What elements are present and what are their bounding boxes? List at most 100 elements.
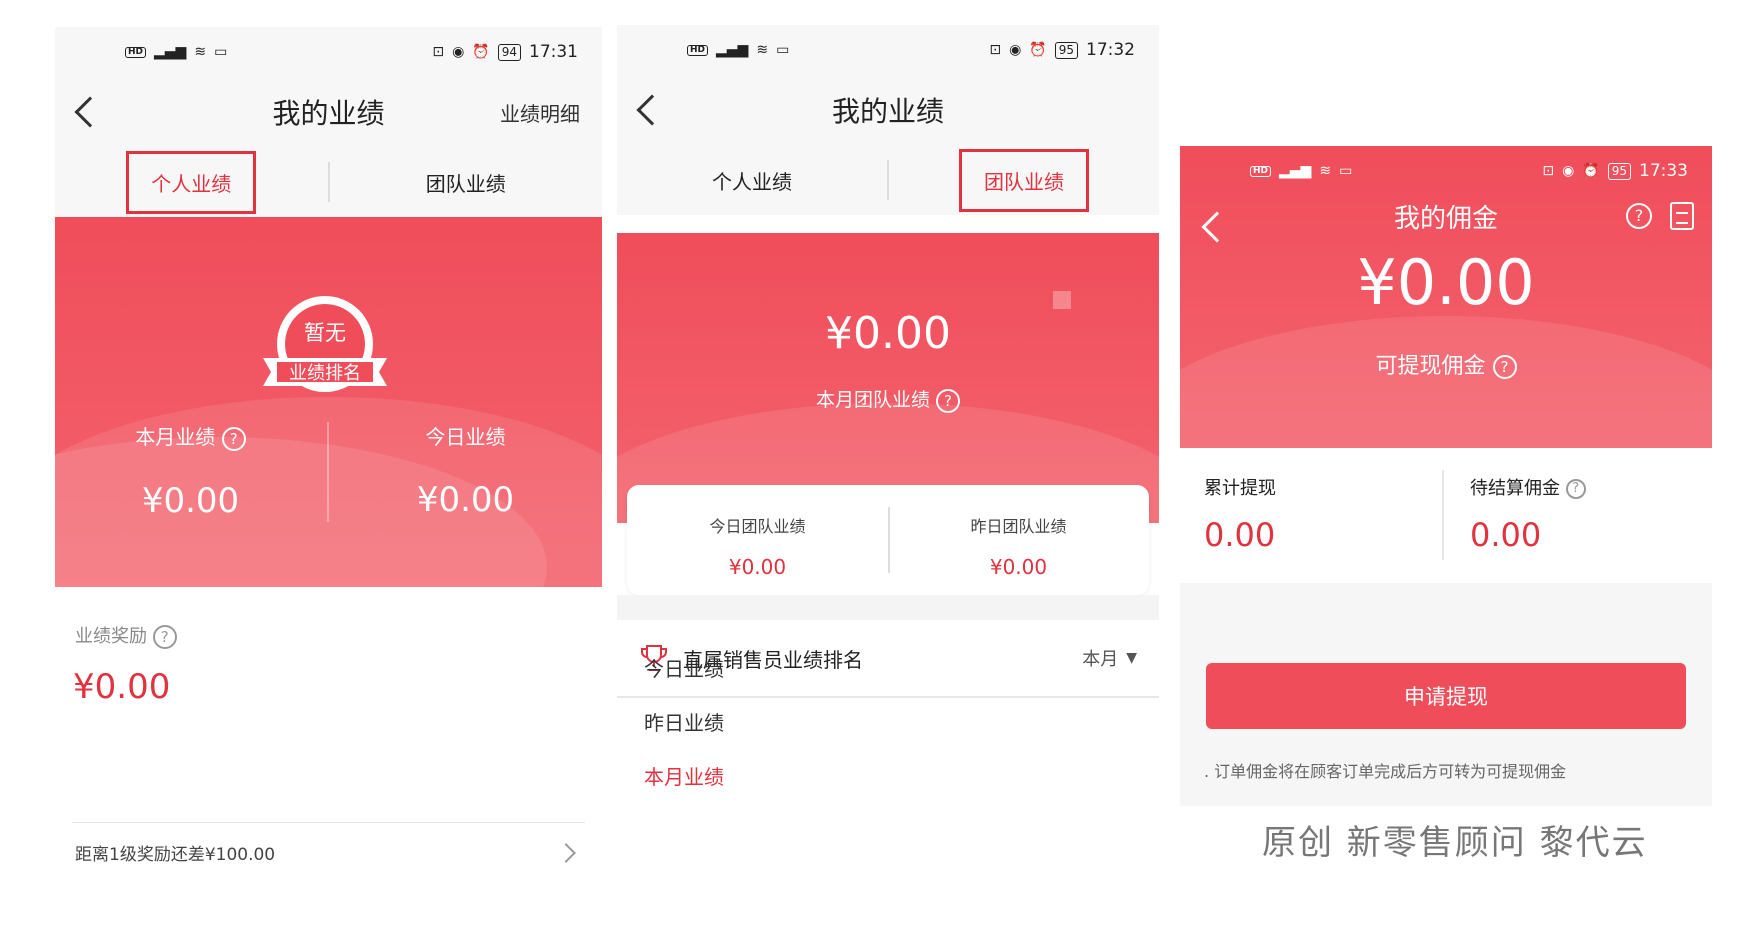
reward-section: 业绩奖励 ? ¥0.00 bbox=[55, 587, 602, 797]
today-value: ¥0.00 bbox=[416, 480, 515, 520]
commission-amount: ¥0.00 bbox=[1357, 246, 1535, 319]
page-title: 我的业绩 bbox=[831, 95, 944, 128]
yesterday-team-value: ¥0.00 bbox=[989, 555, 1048, 579]
badge-bottom-text: 业绩排名 bbox=[289, 363, 361, 384]
alarm-icon: ⏰ bbox=[1582, 163, 1600, 179]
battery-icon: 95 bbox=[1607, 162, 1631, 180]
wifi-icon: ≋ bbox=[756, 42, 769, 58]
apply-withdraw-button[interactable]: 申请提现 bbox=[1206, 663, 1686, 729]
spacer bbox=[617, 595, 1159, 620]
reward-label: 业绩奖励 bbox=[75, 626, 147, 647]
yesterday-team-stat: 昨日团队业绩 ¥0.00 bbox=[888, 513, 1149, 579]
back-icon[interactable] bbox=[74, 96, 106, 128]
reward-label-row: 业绩奖励 ? bbox=[75, 622, 177, 649]
tab-bar: 个人业绩 团队业绩 bbox=[617, 145, 1159, 215]
panel-team-performance: HD ▂▄▆ ≋ ▭ ⊡ ◉ ⏰ 95 17:32 我的业绩 个人业绩 团队业绩… bbox=[617, 25, 1159, 897]
document-icon[interactable] bbox=[1670, 202, 1694, 230]
alarm-icon: ⏰ bbox=[472, 44, 490, 60]
next-level-row[interactable]: 距离1级奖励还差¥100.00 bbox=[72, 822, 585, 882]
status-bar: HD ▂▄▆ ≋ ▭ ⊡ ◉ ⏰ 94 17:31 bbox=[55, 27, 602, 77]
help-icon[interactable]: ? bbox=[1565, 479, 1586, 499]
list-item-month[interactable]: 本月业绩 bbox=[644, 761, 724, 790]
next-level-text: 距离1级奖励还差¥100.00 bbox=[75, 845, 276, 865]
detail-link[interactable]: 业绩明细 bbox=[500, 98, 580, 127]
status-bar: HD ▂▄▆ ≋ ▭ ⊡ ◉ ⏰ 95 17:33 bbox=[1180, 146, 1712, 196]
screen-icon: ▭ bbox=[1339, 163, 1353, 179]
cast-icon: ⊡ bbox=[432, 44, 445, 60]
team-amount: ¥0.00 bbox=[825, 308, 951, 359]
total-label: 累计提现 bbox=[1204, 478, 1276, 499]
team-stats-card: 今日团队业绩 ¥0.00 昨日团队业绩 ¥0.00 bbox=[627, 485, 1149, 595]
status-time: 17:33 bbox=[1639, 161, 1688, 181]
eye-icon: ◉ bbox=[452, 44, 465, 60]
list-item-yesterday[interactable]: 昨日业绩 bbox=[644, 707, 724, 736]
help-icon[interactable]: ? bbox=[1626, 203, 1652, 229]
watermark: 原创 新零售顾问 黎代云 bbox=[1262, 823, 1648, 863]
commission-note: . 订单佣金将在顾客订单完成后方可转为可提现佣金 bbox=[1204, 762, 1567, 781]
commission-label-row: 可提现佣金 ? bbox=[1180, 348, 1712, 380]
status-time: 17:32 bbox=[1086, 40, 1135, 60]
tab-personal[interactable]: 个人业绩 bbox=[617, 166, 887, 195]
pending-value: 0.00 bbox=[1470, 516, 1542, 554]
nav-bar: 我的业绩 业绩明细 bbox=[55, 77, 602, 147]
signal-icon: ▂▄▆ bbox=[154, 44, 187, 60]
help-icon[interactable]: ? bbox=[221, 426, 246, 451]
status-time: 17:31 bbox=[529, 42, 578, 62]
pending-label: 待结算佣金 bbox=[1470, 478, 1560, 499]
signal-icon: ▂▄▆ bbox=[716, 42, 749, 58]
screen-icon: ▭ bbox=[214, 44, 228, 60]
list-item-today[interactable]: 今日业绩 bbox=[644, 653, 724, 682]
yesterday-team-label: 昨日团队业绩 bbox=[970, 517, 1067, 536]
month-value: ¥0.00 bbox=[141, 480, 240, 521]
nav-bar: 我的业绩 bbox=[617, 75, 1159, 145]
wifi-icon: ≋ bbox=[194, 44, 207, 60]
panel-commission: HD ▂▄▆ ≋ ▭ ⊡ ◉ ⏰ 95 17:33 我的佣金 ? ¥0.00 可… bbox=[1180, 146, 1712, 806]
team-amount-label: 本月团队业绩 bbox=[815, 389, 930, 411]
commission-label: 可提现佣金 bbox=[1375, 354, 1486, 379]
hd-icon: HD bbox=[1250, 165, 1272, 177]
ranking-filter[interactable]: 本月 bbox=[1082, 645, 1118, 671]
cast-icon: ⊡ bbox=[989, 42, 1002, 58]
square-icon bbox=[1053, 291, 1071, 309]
battery-icon: 95 bbox=[1054, 41, 1078, 59]
eye-icon: ◉ bbox=[1009, 42, 1022, 58]
ranking-title: 直属销售员业绩排名 bbox=[683, 647, 863, 672]
today-label: 今日业绩 bbox=[425, 425, 506, 449]
help-icon[interactable]: ? bbox=[1492, 355, 1517, 379]
battery-icon: 94 bbox=[497, 43, 521, 61]
panel-personal-performance: HD ▂▄▆ ≋ ▭ ⊡ ◉ ⏰ 94 17:31 我的业绩 业绩明细 个人业绩… bbox=[55, 27, 602, 892]
wave-decoration bbox=[1180, 316, 1712, 448]
page-title: 我的业绩 bbox=[272, 97, 385, 130]
help-icon[interactable]: ? bbox=[936, 388, 961, 413]
divider bbox=[1442, 470, 1444, 560]
total-value: 0.00 bbox=[1204, 516, 1276, 554]
reward-value: ¥0.00 bbox=[73, 667, 171, 707]
month-label: 本月业绩 bbox=[135, 425, 216, 449]
badge-top-text: 暂无 bbox=[304, 321, 346, 345]
cast-icon: ⊡ bbox=[1542, 163, 1555, 179]
tab-team[interactable]: 团队业绩 bbox=[330, 168, 603, 197]
caret-down-icon[interactable]: ▼ bbox=[1126, 650, 1137, 666]
chevron-right-icon bbox=[556, 842, 576, 863]
wifi-icon: ≋ bbox=[1319, 163, 1332, 179]
signal-icon: ▂▄▆ bbox=[1279, 163, 1312, 179]
today-team-value: ¥0.00 bbox=[728, 555, 787, 579]
hd-icon: HD bbox=[687, 44, 709, 56]
commission-stats: 累计提现 0.00 待结算佣金 ? 0.00 bbox=[1180, 448, 1712, 583]
team-panel bbox=[617, 233, 1159, 523]
hd-icon: HD bbox=[125, 46, 147, 58]
team-amount-label-row: 本月团队业绩 ? bbox=[617, 385, 1159, 413]
tab-team[interactable]: 团队业绩 bbox=[889, 148, 1159, 212]
alarm-icon: ⏰ bbox=[1029, 42, 1047, 58]
help-icon[interactable]: ? bbox=[152, 625, 177, 649]
pending-label-row: 待结算佣金 ? bbox=[1470, 474, 1586, 500]
today-team-label: 今日团队业绩 bbox=[709, 517, 806, 536]
month-performance: 本月业绩 ? ¥0.00 bbox=[55, 421, 326, 521]
tab-bar: 个人业绩 团队业绩 bbox=[55, 147, 602, 217]
tab-personal[interactable]: 个人业绩 bbox=[55, 150, 328, 214]
back-icon[interactable] bbox=[636, 94, 668, 126]
eye-icon: ◉ bbox=[1562, 163, 1575, 179]
screen-icon: ▭ bbox=[776, 42, 790, 58]
ranking-badge-icon bbox=[263, 296, 387, 392]
today-performance: 今日业绩 ¥0.00 bbox=[329, 421, 602, 520]
